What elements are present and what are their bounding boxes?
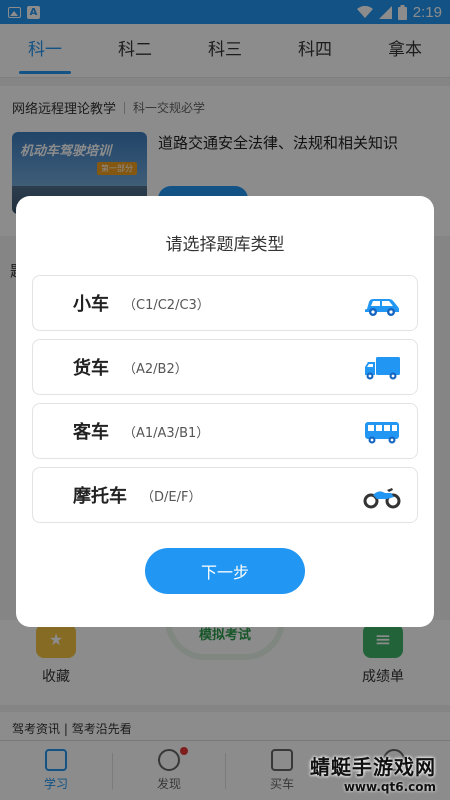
option-license-code: （D/E/F）	[141, 489, 202, 505]
option-license-code: （C1/C2/C3）	[123, 297, 210, 313]
watermark: 蜻蜓手游戏网 www.qt6.com	[310, 751, 436, 794]
motorcycle-icon	[363, 488, 401, 509]
dialog-title: 请选择题库类型	[165, 235, 285, 255]
option-license-code: （A2/B2）	[123, 361, 188, 377]
option-name: 小车	[73, 294, 109, 315]
option-truck[interactable]: 货车 （A2/B2）	[32, 339, 418, 395]
car-icon	[365, 299, 399, 316]
option-name: 货车	[73, 358, 109, 379]
bus-icon	[365, 422, 399, 444]
option-name: 客车	[73, 422, 109, 443]
option-license-code: （A1/A3/B1）	[123, 425, 210, 441]
option-motorcycle[interactable]: 摩托车 （D/E/F）	[32, 467, 418, 523]
watermark-url: www.qt6.com	[343, 780, 436, 794]
watermark-text: 蜻蜓手游戏网	[310, 755, 436, 779]
next-step-button[interactable]: 下一步	[145, 548, 305, 594]
option-name: 摩托车	[73, 486, 127, 507]
question-bank-dialog: 请选择题库类型 小车 （C1/C2/C3） 货车 （A2/B2） 客车 （A1/…	[16, 196, 434, 627]
option-bus[interactable]: 客车 （A1/A3/B1）	[32, 403, 418, 459]
truck-icon	[365, 357, 400, 380]
option-small-car[interactable]: 小车 （C1/C2/C3）	[32, 275, 418, 331]
